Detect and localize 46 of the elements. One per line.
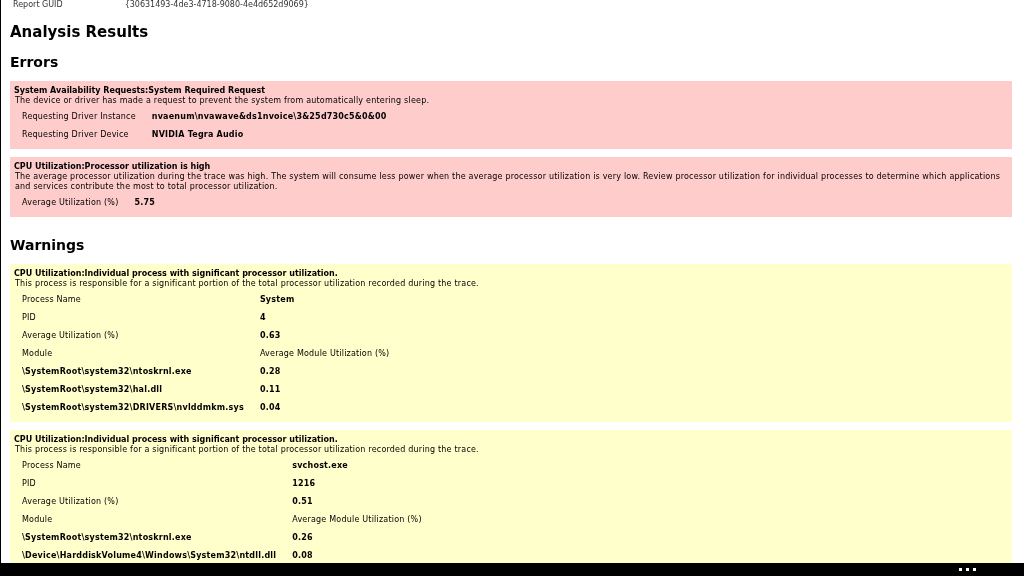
module-utilization: 0.26 — [291, 531, 314, 544]
module-path: \SystemRoot\system32\DRIVERS\nvlddmkm.sys — [21, 401, 245, 414]
report-guid-label: Report GUID — [13, 0, 63, 10]
module-path: \SystemRoot\system32\ntoskrnl.exe — [21, 365, 193, 378]
field-value: System — [258, 293, 296, 306]
field-label: Average Utilization (%) — [21, 329, 120, 342]
module-path: \SystemRoot\system32\ntoskrnl.exe — [21, 531, 193, 544]
field-value: svchost.exe — [291, 459, 349, 472]
module-path: \Device\HarddiskVolume4\Windows\System32\ntdll.dll — [21, 549, 278, 562]
section-heading: Warnings — [10, 236, 86, 254]
card-title: CPU Utilization:Individual process with significant processor utilization. — [14, 434, 339, 445]
page-title: Analysis Results — [10, 22, 150, 42]
field-value: 0.51 — [291, 495, 314, 508]
field-value: nvaenum\nvawave&ds1nvoice\3&25d730c5&0&00 — [150, 110, 388, 123]
field-label: Requesting Driver Instance — [21, 110, 137, 123]
field-label: Average Utilization (%) — [21, 495, 120, 508]
card-title: System Availability Requests:System Required Request — [14, 85, 267, 96]
field-value: NVIDIA Tegra Audio — [150, 128, 245, 141]
field-value: 4 — [258, 311, 267, 324]
column-header: Module — [21, 347, 54, 360]
column-header: Average Module Utilization (%) — [258, 347, 391, 360]
field-label: Process Name — [21, 293, 82, 306]
more-options-icon[interactable] — [957, 566, 978, 573]
field-label: Process Name — [21, 459, 82, 472]
field-value: 0.63 — [258, 329, 282, 342]
field-label: PID — [21, 311, 37, 324]
field-label: PID — [21, 477, 37, 490]
field-value: 1216 — [291, 477, 317, 490]
field-label: Average Utilization (%) — [21, 196, 120, 209]
column-header: Module — [21, 513, 54, 526]
report-guid-value: {30631493-4de3-4718-9080-4e4d652d9069} — [124, 0, 309, 10]
card-description: The device or driver has made a request to prevent the system from automatically entering sleep. — [14, 96, 431, 106]
card-description: The average processor utilization during the trace was high. The system will consume less power when the average processor utilization is very low. Review processor utilization for individual processes to determine which applications and services contribute the most to total processor utilization. — [14, 172, 1002, 192]
module-utilization: 0.04 — [258, 401, 282, 414]
card-title: CPU Utilization:Processor utilization is high — [14, 161, 212, 172]
card-description: This process is responsible for a significant portion of the total processor utilization recorded during the trace. — [14, 279, 480, 289]
field-value: 5.75 — [133, 196, 156, 209]
module-path: \SystemRoot\system32\hal.dll — [21, 383, 164, 396]
card-description: This process is responsible for a significant portion of the total processor utilization recorded during the trace. — [14, 445, 480, 455]
module-utilization: 0.08 — [291, 549, 314, 562]
section-heading: Errors — [10, 53, 60, 71]
module-utilization: 0.11 — [258, 383, 282, 396]
column-header: Average Module Utilization (%) — [291, 513, 423, 526]
card-title: CPU Utilization:Individual process with significant processor utilization. — [14, 268, 339, 279]
module-utilization: 0.28 — [258, 365, 282, 378]
field-label: Requesting Driver Device — [21, 128, 130, 141]
